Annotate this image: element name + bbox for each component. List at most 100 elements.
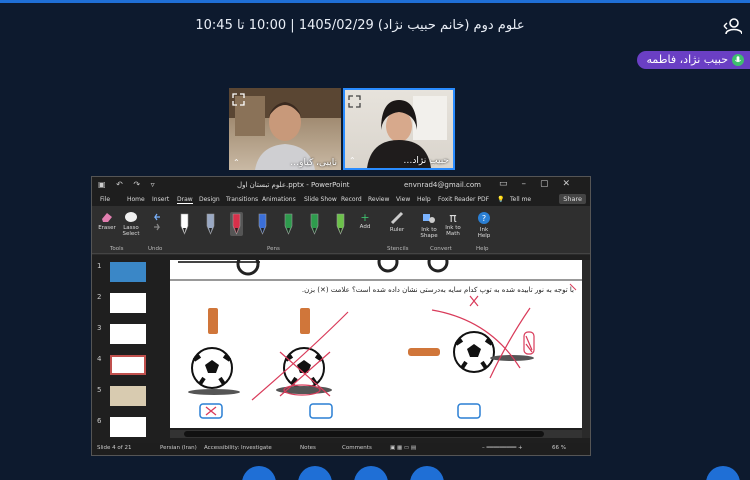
pens-group-label: Pens [267, 246, 280, 252]
ink-help-button[interactable]: ? Ink Help [474, 211, 494, 239]
pen-1-icon[interactable] [178, 212, 191, 236]
expand-icon[interactable] [232, 91, 245, 106]
ruler-label: Ruler [389, 227, 405, 233]
horizontal-scrollbar[interactable] [170, 430, 582, 438]
top-accent-bar [0, 0, 750, 3]
eraser-icon [102, 213, 112, 222]
slide-number: 5 [97, 386, 102, 394]
slide-question-text: با توجه به نور تابیده شده به توپ کدام سا… [301, 286, 574, 294]
slide-thumbnail[interactable] [110, 262, 146, 282]
undo-group-label: Undo [148, 246, 163, 252]
language-status: Persian (Iran) [160, 445, 197, 451]
shapes-icon [423, 214, 435, 223]
tell-me-search[interactable]: Tell me [510, 196, 531, 203]
undo-icon [153, 213, 161, 231]
tools-group-label: Tools [110, 246, 124, 252]
lasso-label: Lasso Select [122, 225, 140, 237]
slide-thumbnail[interactable] [110, 386, 146, 406]
tab-foxit[interactable]: Foxit Reader PDF [438, 196, 489, 203]
tab-draw[interactable]: Draw [177, 196, 193, 204]
meeting-title: علوم دوم (خانم حبیب نژاد) 1405/02/29 | 1… [195, 18, 525, 33]
help-icon: ? [478, 212, 490, 224]
tab-view[interactable]: View [396, 196, 410, 203]
add-label: Add [359, 224, 371, 230]
share-label: Share [563, 195, 582, 203]
powerpoint-window[interactable]: ▣ ↶ ↷ ▿ علوم تبستان اول.pptx - PowerPoin… [91, 176, 591, 456]
lasso-icon [125, 212, 137, 222]
pen-2-icon[interactable] [204, 212, 217, 236]
video-tile-active[interactable]: ⌃ حبیب نژاد… [343, 88, 455, 170]
account-email[interactable]: envnrad4@gmail.com [404, 181, 481, 189]
undo-button[interactable] [150, 211, 164, 235]
slide-info: Slide 4 of 21 [97, 445, 132, 451]
plus-icon: + [360, 211, 370, 224]
camera-button[interactable] [242, 466, 276, 480]
accessibility-status[interactable]: Accessibility: Investigate [204, 445, 272, 451]
speaker-name: حبیب نژاد، فاطمه [646, 53, 729, 66]
zoom-slider[interactable]: – ━━━━━━━━━ + [482, 445, 523, 451]
slide-number: 1 [97, 262, 102, 270]
ink-to-math-button[interactable]: π Ink to Math [442, 211, 464, 237]
raise-hand-button[interactable] [410, 466, 444, 480]
tab-animations[interactable]: Animations [262, 196, 296, 203]
pen-6-icon[interactable] [308, 212, 321, 236]
chevron-up-icon[interactable]: ⌃ [349, 156, 356, 165]
notes-button[interactable]: Notes [300, 445, 316, 451]
slide-thumbnails: 1 2 3 4 5 6 [92, 255, 160, 440]
lightbulb-icon: 💡 [497, 196, 505, 203]
participant-name: نایبی، کیاو… [290, 158, 337, 168]
tab-review[interactable]: Review [368, 196, 389, 203]
video-tile[interactable]: ⌃ نایبی، کیاو… [229, 88, 341, 170]
add-pen-button[interactable]: + Add [356, 211, 374, 230]
zoom-level[interactable]: 66 % [552, 445, 566, 451]
ruler-icon [390, 211, 404, 225]
tab-transitions[interactable]: Transitions [226, 196, 258, 203]
window-controls[interactable]: ▭–▢✕ [499, 179, 584, 189]
slide-number: 2 [97, 293, 102, 301]
slide-thumbnail[interactable] [110, 324, 146, 344]
participants-icon[interactable] [722, 16, 743, 36]
vertical-scrollbar[interactable] [582, 260, 590, 438]
tab-home[interactable]: Home [127, 196, 145, 203]
view-buttons[interactable]: ▣ ▦ ▭ ▤ [390, 445, 416, 451]
tab-record[interactable]: Record [341, 196, 362, 203]
share-button[interactable]: Share [559, 194, 586, 204]
screen-share-button[interactable] [354, 466, 388, 480]
scroll-thumb[interactable] [184, 431, 544, 437]
expand-icon[interactable] [348, 93, 361, 108]
svg-text:?: ? [482, 214, 486, 223]
pen-3-icon[interactable] [230, 212, 243, 236]
chevron-up-icon[interactable]: ⌃ [233, 158, 240, 167]
ink-help-label: Ink Help [477, 227, 491, 239]
tab-insert[interactable]: Insert [152, 196, 169, 203]
lasso-select-button[interactable]: Lasso Select [120, 211, 142, 237]
microphone-icon [732, 54, 744, 66]
slide-canvas[interactable]: با توجه به نور تابیده شده به توپ کدام سا… [170, 260, 582, 428]
tab-help[interactable]: Help [417, 196, 431, 203]
editor-area: 123456 با توجه به نور تابیده شده به توپ … [92, 255, 590, 445]
eraser-label: Eraser [98, 225, 116, 231]
ink-to-shape-button[interactable]: Ink to Shape [418, 211, 440, 239]
pi-icon: π [449, 211, 457, 225]
slide-number: 3 [97, 324, 102, 332]
slide-number: 6 [97, 417, 102, 425]
tab-slide-show[interactable]: Slide Show [304, 196, 337, 203]
tab-file[interactable]: File [100, 196, 110, 203]
pen-4-icon[interactable] [256, 212, 269, 236]
quick-access-toolbar[interactable]: ▣ ↶ ↷ ▿ [98, 180, 159, 189]
microphone-button[interactable] [298, 466, 332, 480]
ink-to-math-label: Ink to Math [445, 225, 461, 237]
slide-thumbnail[interactable] [110, 417, 146, 437]
convert-group-label: Convert [430, 246, 452, 252]
status-bar: Slide 4 of 21 Persian (Iran) Accessibili… [92, 443, 590, 455]
pen-5-icon[interactable] [282, 212, 295, 236]
pen-7-icon[interactable] [334, 212, 347, 236]
comments-button[interactable]: Comments [342, 445, 372, 451]
slide-thumbnail[interactable] [110, 293, 146, 313]
stencils-group-label: Stencils [387, 246, 409, 252]
ruler-button[interactable]: Ruler [386, 211, 408, 233]
chat-button[interactable] [706, 466, 740, 480]
eraser-button[interactable]: Eraser [96, 211, 118, 231]
slide-thumbnail[interactable] [110, 355, 146, 375]
tab-design[interactable]: Design [199, 196, 220, 203]
